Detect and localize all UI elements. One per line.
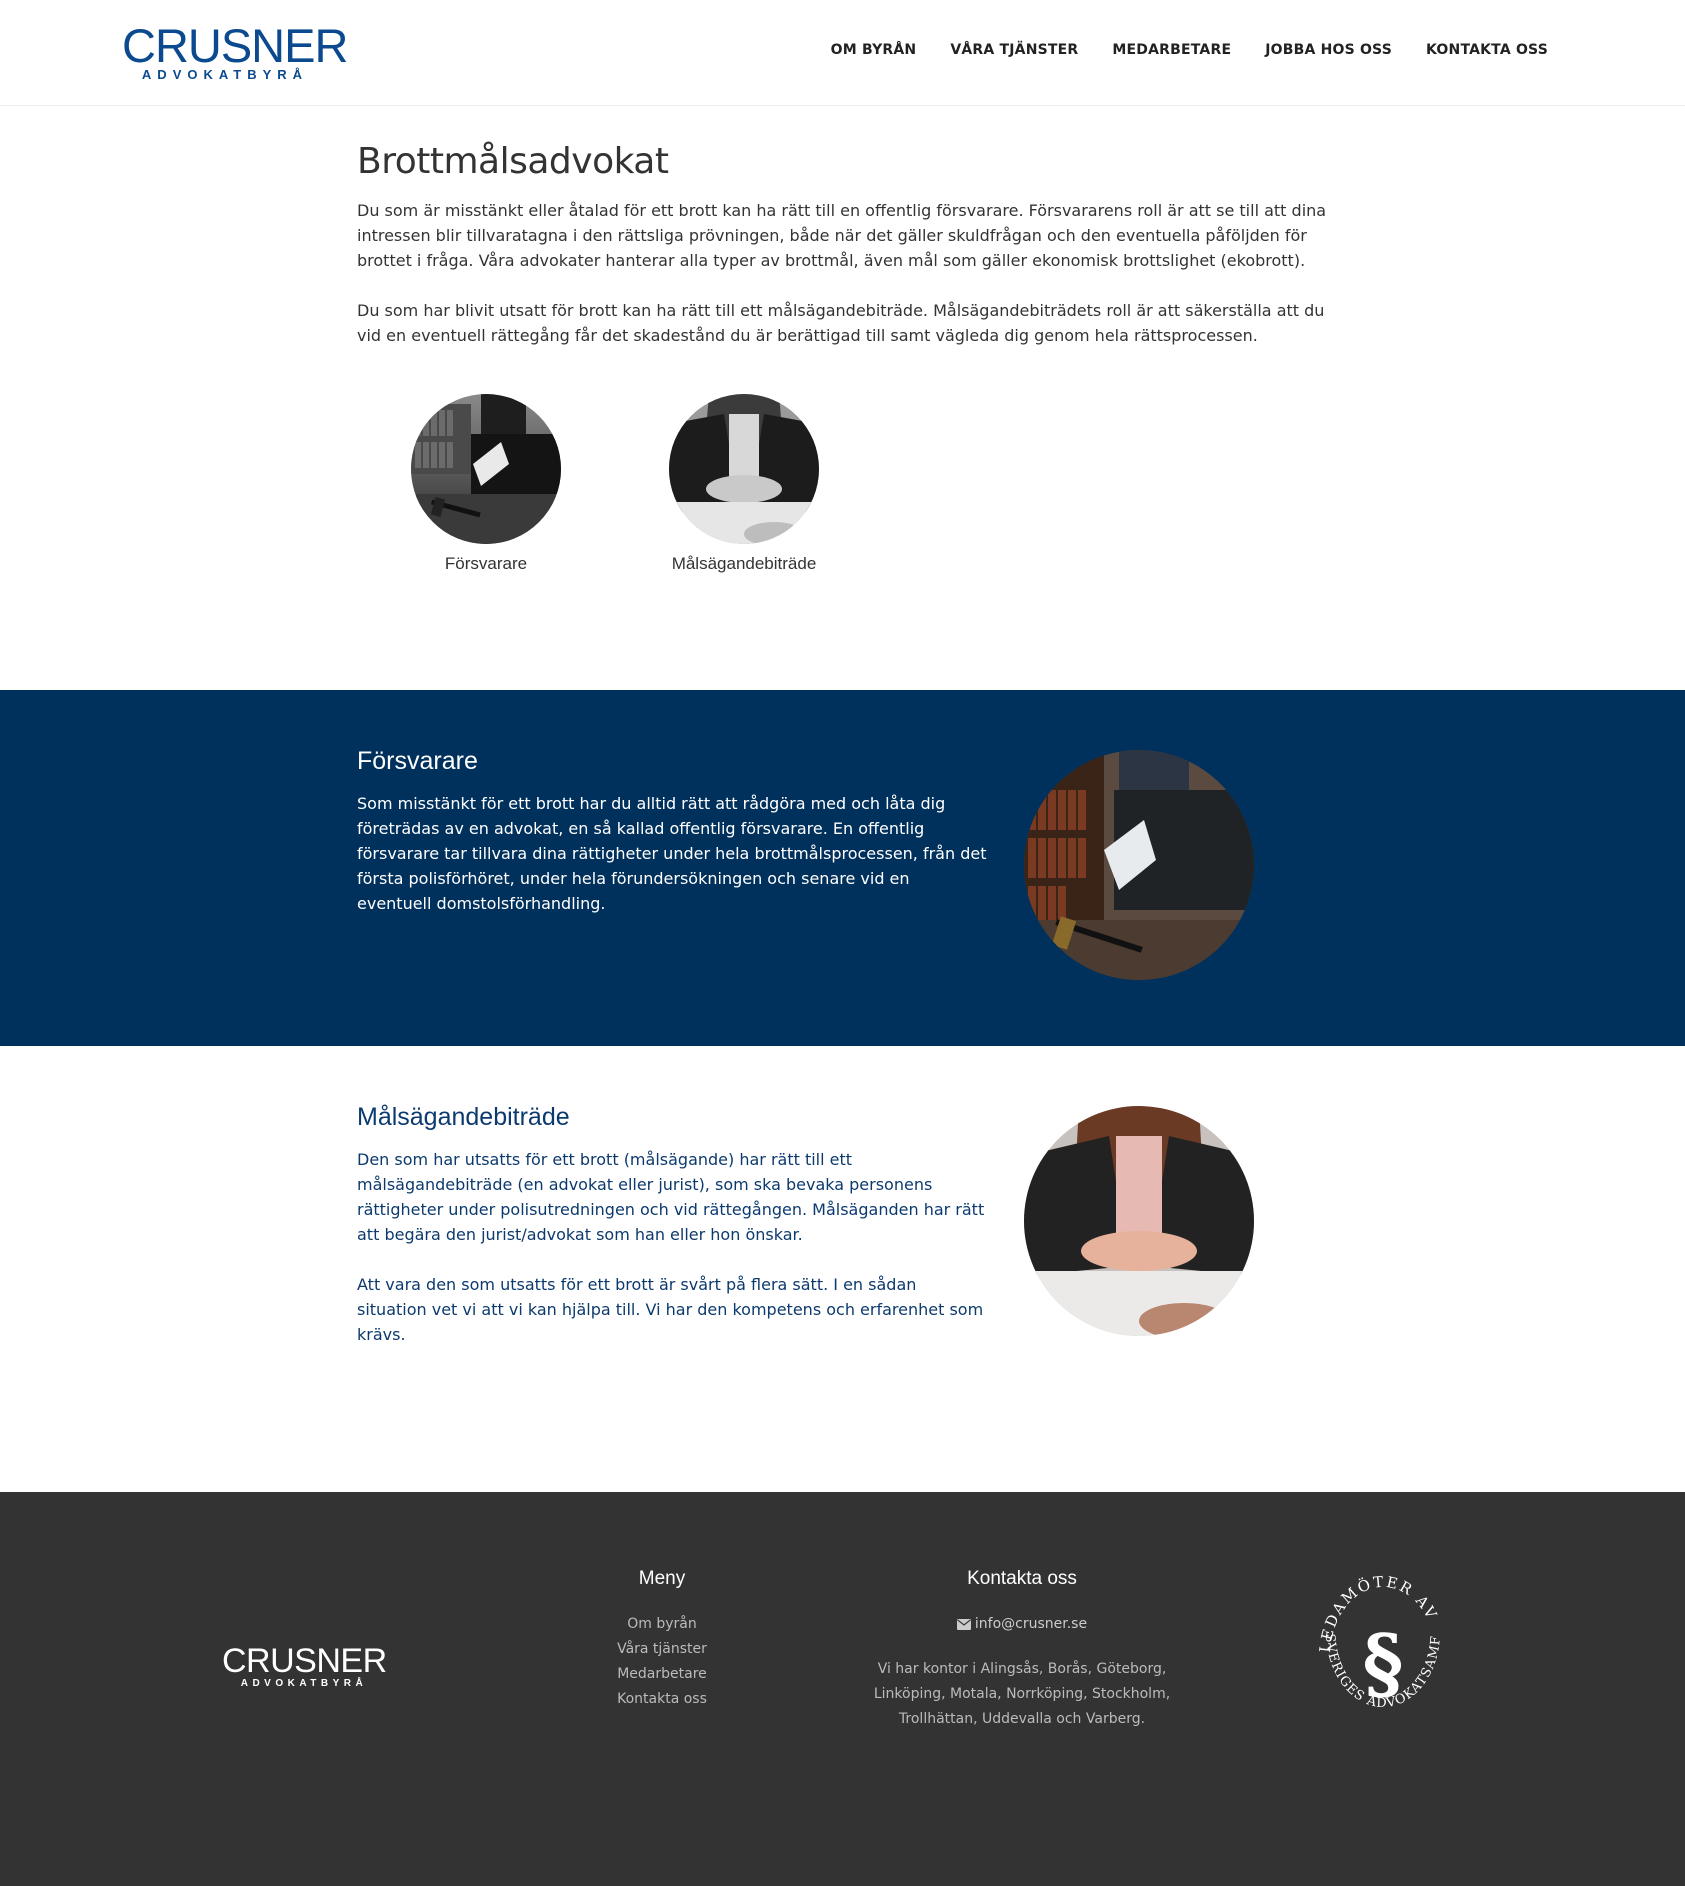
nav-om-byran[interactable]: OM BYRÅN xyxy=(831,42,917,58)
malsagande-paragraph-2: Att vara den som utsatts för ett brott ä… xyxy=(357,1275,984,1344)
footer-email: info@crusner.se xyxy=(974,1616,1088,1632)
forsvarare-paragraph: Som misstänkt för ett brott har du allti… xyxy=(357,794,987,913)
footer-link-vara-tjanster[interactable]: Våra tjänster xyxy=(562,1637,762,1662)
malsagande-heading: Målsägandebiträde xyxy=(357,1103,570,1131)
footer-menu-title: Meny xyxy=(638,1568,686,1589)
malsagande-text: Målsägandebiträde Den som har utsatts fö… xyxy=(357,1101,987,1372)
footer-email-link[interactable]: info@crusner.se xyxy=(956,1612,1088,1637)
footer-contact: Kontakta oss info@crusner.se Vi har kont… xyxy=(872,1568,1172,1732)
footer-logo-tagline: ADVOKATBYRÅ xyxy=(240,1678,368,1689)
service-card-malsagande[interactable]: Målsägandebiträde xyxy=(615,394,873,574)
malsagande-caption: Målsägandebiträde xyxy=(671,554,817,573)
site-footer: CRUSNER ADVOKATBYRÅ Meny Om byrån Våra t… xyxy=(0,1492,1685,1886)
malsagande-thumbnail xyxy=(669,394,819,544)
forsvarare-thumbnail xyxy=(411,394,561,544)
forsvarare-section: Försvarare Som misstänkt för ett brott h… xyxy=(0,690,1685,1046)
footer-logo-wordmark: CRUSNER xyxy=(222,1642,387,1680)
page-title: Brottmålsadvokat xyxy=(357,141,669,182)
forsvarare-caption: Försvarare xyxy=(444,554,528,573)
forsvarare-heading: Försvarare xyxy=(357,747,478,775)
malsagande-paragraph-1: Den som har utsatts för ett brott (målsä… xyxy=(357,1150,985,1244)
main-nav: OM BYRÅN VÅRA TJÄNSTER MEDARBETARE JOBBA… xyxy=(831,42,1548,58)
advokatsamfund-seal: LEDAMÖTER AV SVERIGES ADVOKATSAMFUND § xyxy=(1312,1551,1448,1752)
forsvarare-text: Försvarare Som misstänkt för ett brott h… xyxy=(357,745,987,941)
nav-vara-tjanster[interactable]: VÅRA TJÄNSTER xyxy=(950,42,1078,58)
section-sign-icon: § xyxy=(1363,1618,1404,1709)
malsagande-section: Målsägandebiträde Den som har utsatts fö… xyxy=(0,1046,1685,1492)
envelope-icon xyxy=(956,1619,971,1630)
logo-tagline: ADVOKATBYRÅ xyxy=(141,67,309,82)
service-card-forsvarare[interactable]: Försvarare xyxy=(357,394,615,574)
forsvarare-image xyxy=(1024,750,1254,980)
nav-kontakta-oss[interactable]: KONTAKTA OSS xyxy=(1426,42,1548,58)
intro-paragraph-1: Du som är misstänkt eller åtalad för ett… xyxy=(357,201,1327,270)
footer-link-kontakta-oss[interactable]: Kontakta oss xyxy=(562,1687,762,1712)
intro-section: Brottmålsadvokat Du som är misstänkt ell… xyxy=(357,136,1337,373)
footer-link-medarbetare[interactable]: Medarbetare xyxy=(562,1662,762,1687)
intro-paragraph-2: Du som har blivit utsatt för brott kan h… xyxy=(357,301,1325,345)
nav-medarbetare[interactable]: MEDARBETARE xyxy=(1112,42,1231,58)
logo-wordmark: CRUSNER xyxy=(122,19,348,72)
logo-link[interactable]: CRUSNER ADVOKATBYRÅ xyxy=(122,19,348,82)
footer-contact-title: Kontakta oss xyxy=(967,1568,1077,1589)
footer-menu: Meny Om byrån Våra tjänster Medarbetare … xyxy=(562,1568,762,1712)
service-cards: Försvarare Målsägandebiträde xyxy=(357,394,873,574)
footer-logo[interactable]: CRUSNER ADVOKATBYRÅ xyxy=(222,1642,387,1689)
malsagande-image xyxy=(1024,1106,1254,1336)
nav-jobba-hos-oss[interactable]: JOBBA HOS OSS xyxy=(1265,42,1392,58)
site-header: CRUSNER ADVOKATBYRÅ OM BYRÅN VÅRA TJÄNST… xyxy=(0,0,1685,106)
footer-link-om-byran[interactable]: Om byrån xyxy=(562,1612,762,1637)
footer-offices: Vi har kontor i Alingsås, Borås, Götebor… xyxy=(873,1661,1171,1727)
